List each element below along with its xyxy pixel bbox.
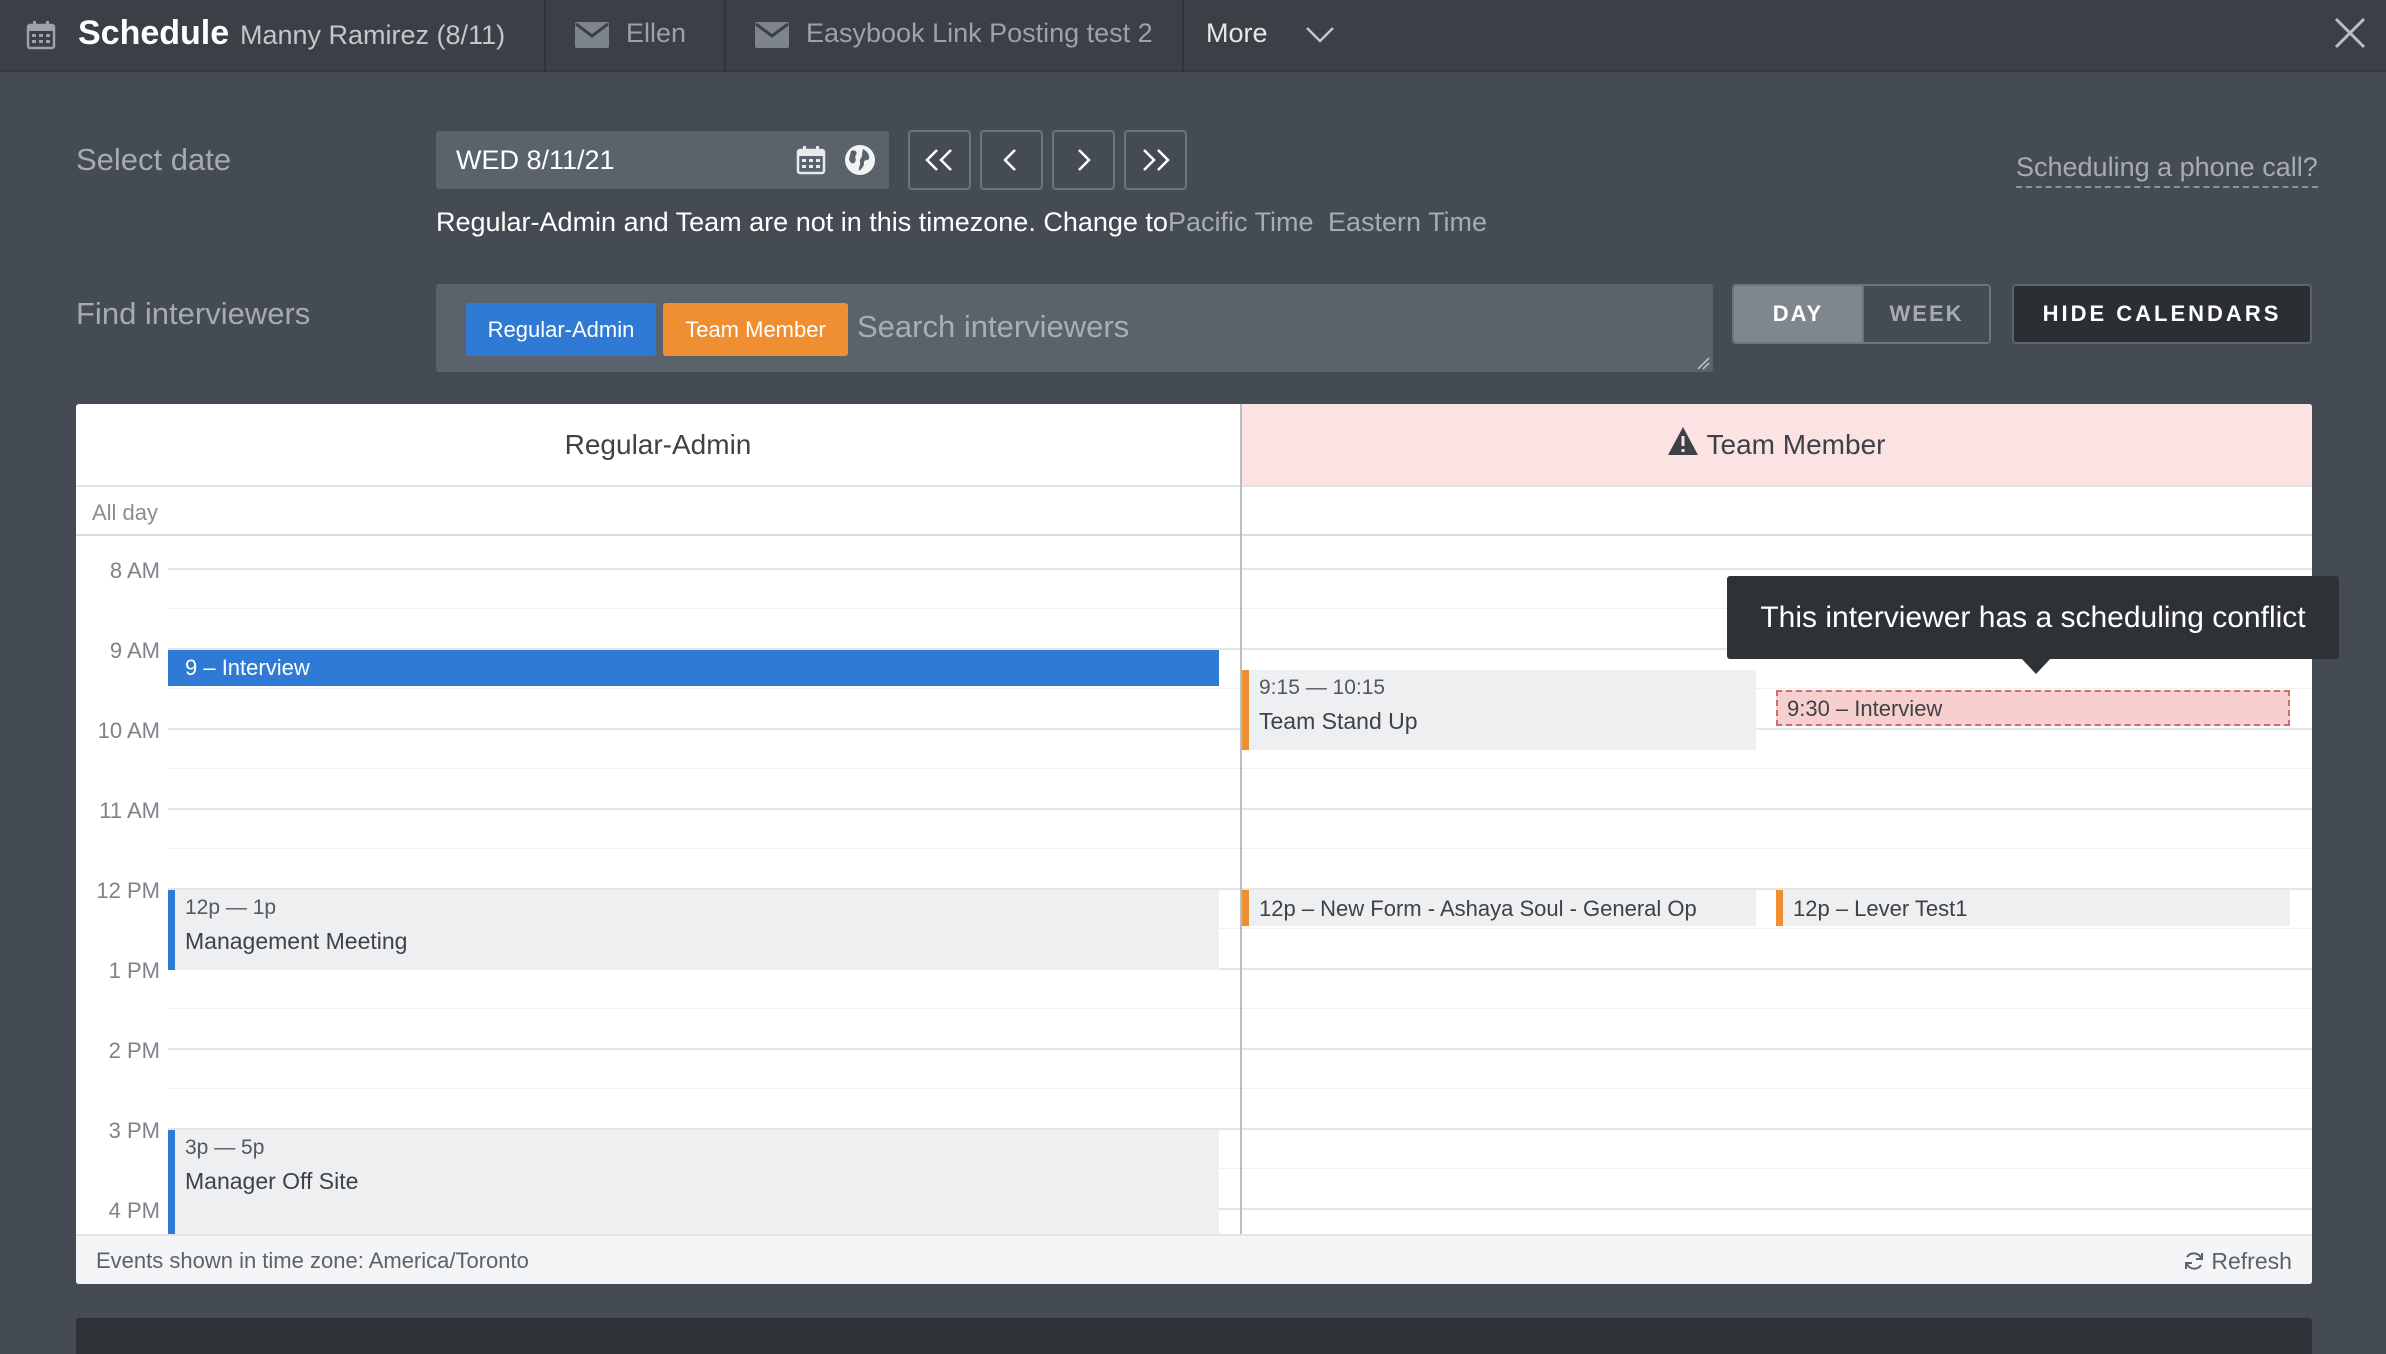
chip-team-member[interactable]: Team Member: [663, 303, 848, 356]
date-value: WED 8/11/21: [456, 145, 615, 175]
event-management-meeting[interactable]: 12p — 1p Management Meeting: [168, 890, 1219, 970]
event-admin-interview[interactable]: 9 – Interview: [168, 650, 1219, 686]
tab-schedule-subtitle[interactable]: Manny Ramirez (8/11): [240, 20, 505, 51]
column-header-label: Regular-Admin: [564, 428, 752, 460]
hour-label: 12 PM: [96, 878, 160, 903]
footer-timezone-note: Events shown in time zone: America/Toron…: [96, 1248, 529, 1273]
event-title: 12p – New Form - Ashaya Soul - General O…: [1259, 896, 1697, 921]
next-week-button[interactable]: [1124, 130, 1187, 190]
column-header-regular-admin: Regular-Admin: [76, 404, 1240, 487]
event-manager-off-site[interactable]: 3p — 5p Manager Off Site: [168, 1130, 1219, 1234]
tab-divider: [724, 0, 726, 72]
event-title: Management Meeting: [185, 928, 408, 954]
chip-regular-admin[interactable]: Regular-Admin: [466, 303, 656, 356]
event-color-bar: [1776, 890, 1783, 926]
tab-divider: [1182, 0, 1184, 72]
next-day-button[interactable]: [1052, 130, 1115, 190]
previous-day-button[interactable]: [980, 130, 1043, 190]
bottom-panel-edge: [76, 1318, 2312, 1354]
phone-call-link[interactable]: Scheduling a phone call?: [2016, 152, 2318, 188]
hour-label: 9 AM: [109, 638, 160, 663]
calendar-footer: Events shown in time zone: America/Toron…: [76, 1234, 2312, 1284]
timezone-note: Regular-Admin and Team are not in this t…: [436, 207, 1168, 237]
event-title: Team Stand Up: [1259, 708, 1418, 734]
conflict-tooltip: This interviewer has a scheduling confli…: [1727, 576, 2339, 659]
event-title: 9:30 – Interview: [1787, 696, 1943, 721]
calendar-grid: Regular-Admin Team Member All day 8 AM 9…: [76, 404, 2312, 1284]
event-color-bar: [168, 890, 175, 970]
chevron-down-icon: [1305, 26, 1335, 49]
event-title: 12p – Lever Test1: [1793, 896, 1968, 921]
select-date-label: Select date: [76, 142, 232, 177]
tab-ellen-label: Ellen: [626, 18, 687, 48]
all-day-label: All day: [92, 500, 159, 525]
hour-label: 1 PM: [108, 958, 160, 983]
view-day-button[interactable]: DAY: [1734, 286, 1862, 342]
eastern-time-link[interactable]: Eastern Time: [1328, 207, 1487, 238]
view-week-button[interactable]: WEEK: [1862, 286, 1989, 342]
interviewer-search-field[interactable]: Regular-Admin Team Member Search intervi…: [436, 284, 1713, 372]
event-conflict-interview[interactable]: 9:30 – Interview: [1776, 690, 2290, 726]
date-field[interactable]: WED 8/11/21: [436, 131, 889, 189]
event-color-bar: [1242, 890, 1249, 926]
tab-schedule-title[interactable]: Schedule: [78, 14, 229, 53]
globe-icon[interactable]: [843, 143, 877, 182]
tooltip-arrow: [2021, 658, 2051, 674]
calendar-icon: [26, 20, 56, 55]
resize-handle-icon[interactable]: [1696, 356, 1710, 375]
event-lever-test[interactable]: 12p – Lever Test1: [1776, 890, 2290, 926]
hour-label: 2 PM: [108, 1038, 160, 1063]
previous-week-button[interactable]: [908, 130, 971, 190]
close-icon[interactable]: [2333, 16, 2367, 55]
event-time: 3p — 5p: [185, 1136, 265, 1159]
pacific-time-link[interactable]: Pacific Time: [1168, 207, 1314, 238]
event-time: 9:15 — 10:15: [1259, 676, 1386, 699]
search-input[interactable]: Search interviewers: [857, 309, 1129, 345]
all-day-row: [76, 487, 2312, 536]
tab-divider: [544, 0, 546, 72]
event-new-form[interactable]: 12p – New Form - Ashaya Soul - General O…: [1242, 890, 1756, 926]
refresh-button[interactable]: Refresh: [2183, 1247, 2292, 1275]
event-color-bar: [1242, 670, 1249, 750]
hour-label: 8 AM: [109, 558, 160, 583]
event-title: 9 – Interview: [185, 655, 310, 680]
tab-bar: Schedule Manny Ramirez (8/11) Ellen Easy…: [0, 0, 2386, 72]
hour-label: 3 PM: [108, 1118, 160, 1143]
warning-icon: [1667, 426, 1699, 463]
event-time: 12p — 1p: [185, 896, 277, 919]
envelope-icon: [755, 22, 789, 53]
column-header-team-member: Team Member: [1240, 404, 2312, 487]
event-team-stand-up[interactable]: 9:15 — 10:15 Team Stand Up: [1242, 670, 1756, 750]
event-color-bar: [168, 1130, 175, 1234]
more-label: More: [1206, 18, 1268, 48]
hour-label: 4 PM: [108, 1198, 160, 1223]
hour-label: 11 AM: [99, 798, 160, 823]
refresh-icon: [2183, 1251, 2211, 1277]
column-divider: [1240, 404, 1242, 1234]
envelope-icon: [575, 22, 609, 53]
column-header-label: Team Member: [1706, 428, 1886, 460]
find-interviewers-label: Find interviewers: [76, 296, 311, 331]
hour-label: 10 AM: [97, 718, 160, 743]
hide-calendars-button[interactable]: HIDE CALENDARS: [2012, 284, 2312, 344]
tab-easybook-label: Easybook Link Posting test 2: [806, 18, 1153, 48]
refresh-label: Refresh: [2211, 1248, 2292, 1274]
view-toggle: DAY WEEK: [1732, 284, 1991, 344]
calendar-picker-icon[interactable]: [796, 145, 826, 180]
event-title: Manager Off Site: [185, 1168, 359, 1194]
